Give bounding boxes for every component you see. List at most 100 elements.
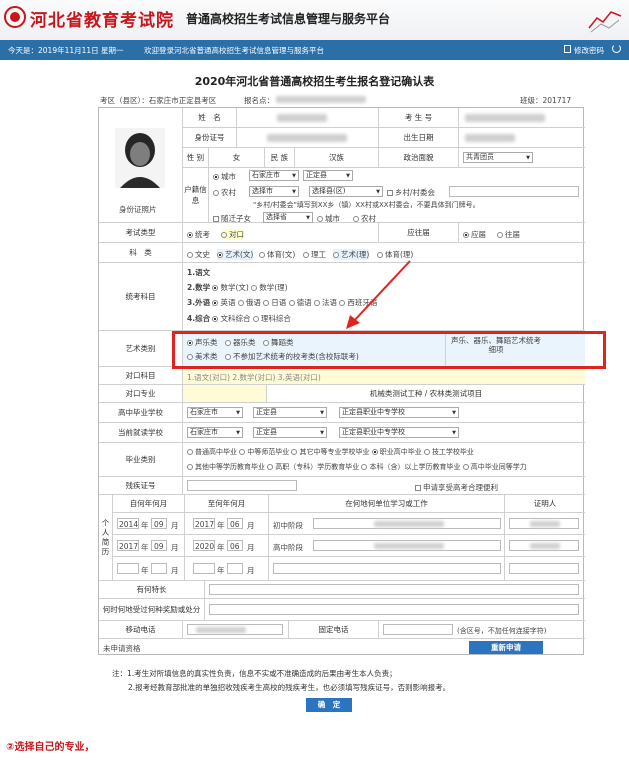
radio-icon: [187, 449, 193, 455]
award-input[interactable]: [209, 604, 579, 615]
foreign-option[interactable]: 法语: [314, 298, 337, 307]
platform-name: 普通高校招生考试信息管理与服务平台: [186, 12, 391, 26]
comp-science-option[interactable]: 理科综合: [252, 314, 291, 323]
grad-type-option[interactable]: 技工学校毕业: [423, 448, 474, 456]
exam-type-cell: 统考 对口: [183, 223, 379, 243]
disability-input[interactable]: [187, 480, 297, 491]
resume-place-input[interactable]: [273, 563, 501, 574]
disability-apply-option[interactable]: 申请享受高考合理便利: [415, 482, 498, 493]
grad-type-option[interactable]: 普通高中毕业: [187, 448, 237, 456]
subject-option[interactable]: 体育(文): [259, 249, 295, 260]
hs-current-city-select[interactable]: 石家庄市: [187, 427, 243, 438]
current-date: 今天是：2019年11月11日 星期一: [8, 46, 124, 55]
hukou-follow-select[interactable]: 选择省: [263, 212, 313, 223]
logout-icon[interactable]: [612, 44, 621, 53]
subject-option[interactable]: 文史: [187, 249, 210, 260]
resume-end-year[interactable]: 2020: [193, 540, 215, 551]
resume-start-month[interactable]: 09: [151, 518, 167, 529]
hs-current-school-select[interactable]: 正定县职业中专学校: [339, 427, 459, 438]
grad-type-option[interactable]: 其他中等学历教育毕业: [187, 463, 265, 471]
hukou-rural-select-1[interactable]: 选择市: [249, 186, 299, 197]
vocational-subjects-value: 1.语文(对口) 2.数学(对口) 3.英语(对口): [187, 373, 321, 382]
resume-place-cell: 高中阶段: [269, 535, 505, 557]
phone-hint: (含区号，不加任何连接字符): [457, 627, 547, 635]
fresh-option[interactable]: 应届: [463, 229, 486, 240]
resume-end-year[interactable]: [193, 563, 215, 574]
hukou-rural-select-2[interactable]: 选择县(区): [309, 186, 383, 197]
subject-option[interactable]: 艺术(文): [217, 249, 254, 260]
foreign-option[interactable]: 德语: [288, 298, 312, 307]
reapply-button[interactable]: 重新申请: [469, 641, 543, 654]
vocational-major-input[interactable]: [183, 385, 267, 403]
hukou-rural-option[interactable]: 农村: [213, 187, 236, 198]
grad-type-option[interactable]: 职业高中毕业: [371, 448, 422, 456]
mobile-input[interactable]: [187, 624, 283, 635]
resume-witness-input[interactable]: [509, 540, 579, 551]
grad-type-option[interactable]: 中等师范毕业: [239, 448, 289, 456]
art-category-highlight: [172, 331, 606, 369]
resume-end-month[interactable]: 06: [227, 540, 243, 551]
ethnic-value: 汉族: [295, 148, 379, 168]
confirm-button[interactable]: 确 定: [306, 698, 352, 712]
photo-label: 身份证照片: [119, 205, 157, 214]
comp-arts-option[interactable]: 文科综合: [212, 314, 250, 323]
resume-place-input[interactable]: [313, 518, 501, 529]
radio-icon: [463, 232, 469, 238]
village-input[interactable]: [449, 186, 579, 197]
math-science-option[interactable]: 数学(理): [251, 283, 288, 292]
hukou-city-select-2[interactable]: 正定县: [303, 170, 353, 181]
grad-type-option[interactable]: 高职（专科）学历教育毕业: [267, 463, 359, 471]
radio-icon: [267, 464, 274, 470]
grad-type-option[interactable]: 其它中等专业学校毕业: [291, 448, 369, 456]
resume-place-cell: [269, 557, 505, 581]
resume-start-year[interactable]: 2017: [117, 540, 139, 551]
hukou-city-select-1[interactable]: 石家庄市: [249, 170, 299, 181]
resume-end-cell: 2017 年 06 月: [185, 513, 269, 535]
student-photo: [115, 128, 165, 188]
foreign-option[interactable]: 英语: [212, 298, 235, 307]
resume-start-month[interactable]: 09: [151, 540, 167, 551]
note-1: 注：1.考生对所填信息的真实性负责，信息不实或不准确造成的后果由考生本人负责；: [112, 669, 397, 678]
resume-witness-input[interactable]: [509, 563, 579, 574]
phone-input[interactable]: [383, 624, 453, 635]
id-value-cell: [237, 128, 379, 148]
radio-icon: [303, 252, 309, 258]
resume-start-month[interactable]: [151, 563, 167, 574]
grad-type-option[interactable]: 本科（含）以上学历教育毕业: [361, 463, 460, 471]
hs-grad-cell: 石家庄市 正定县 正定县职业中专学校: [183, 403, 585, 423]
radio-icon: [217, 252, 223, 258]
hukou-city-option[interactable]: 城市: [213, 171, 236, 182]
resume-end-month[interactable]: [227, 563, 243, 574]
foreign-option[interactable]: 日语: [263, 298, 286, 307]
resume-place-input[interactable]: [313, 540, 501, 551]
hs-grad-school-select[interactable]: 正定县职业中专学校: [339, 407, 459, 418]
hs-grad-county-select[interactable]: 正定县: [253, 407, 327, 418]
resume-end-year[interactable]: 2017: [193, 518, 215, 529]
resume-witness-cell: [505, 513, 585, 535]
resume-start-cell: 2017 年 09 月: [113, 535, 185, 557]
hukou-cell: 城市 石家庄市 正定县 农村 选择市 选择县(区) 乡村/村委会 "乡村/村委会…: [209, 168, 585, 223]
grad-type-option[interactable]: 高中毕业同等学力: [462, 463, 527, 471]
math-arts-option[interactable]: 数学(文): [212, 283, 249, 292]
radio-icon: [212, 316, 219, 322]
resume-start-year[interactable]: [117, 563, 139, 574]
subject-option[interactable]: 理工: [303, 249, 326, 260]
foreign-option[interactable]: 俄语: [237, 298, 261, 307]
change-password-link[interactable]: 修改密码: [574, 45, 604, 56]
hs-grad-city-select[interactable]: 石家庄市: [187, 407, 243, 418]
subject-comprehensive: 4.综合: [187, 314, 211, 323]
mobile-cell: [183, 621, 289, 639]
resume-end-month[interactable]: 06: [227, 518, 243, 529]
hs-current-county-select[interactable]: 正定县: [253, 427, 327, 438]
exam-type-unified[interactable]: 统考: [187, 229, 210, 240]
former-option[interactable]: 往届: [497, 229, 520, 240]
photo-cell: 身份证照片: [99, 108, 183, 223]
site-name: 河北省教育考试院: [30, 11, 174, 31]
name-label: 姓 名: [183, 108, 237, 128]
specialty-input[interactable]: [209, 584, 579, 595]
resume-start-year[interactable]: 2014: [117, 518, 139, 529]
pointer-arrow-icon: [346, 260, 411, 329]
resume-witness-input[interactable]: [509, 518, 579, 529]
exam-type-vocational[interactable]: 对口: [221, 229, 244, 240]
political-select[interactable]: 共青团员: [463, 152, 533, 163]
